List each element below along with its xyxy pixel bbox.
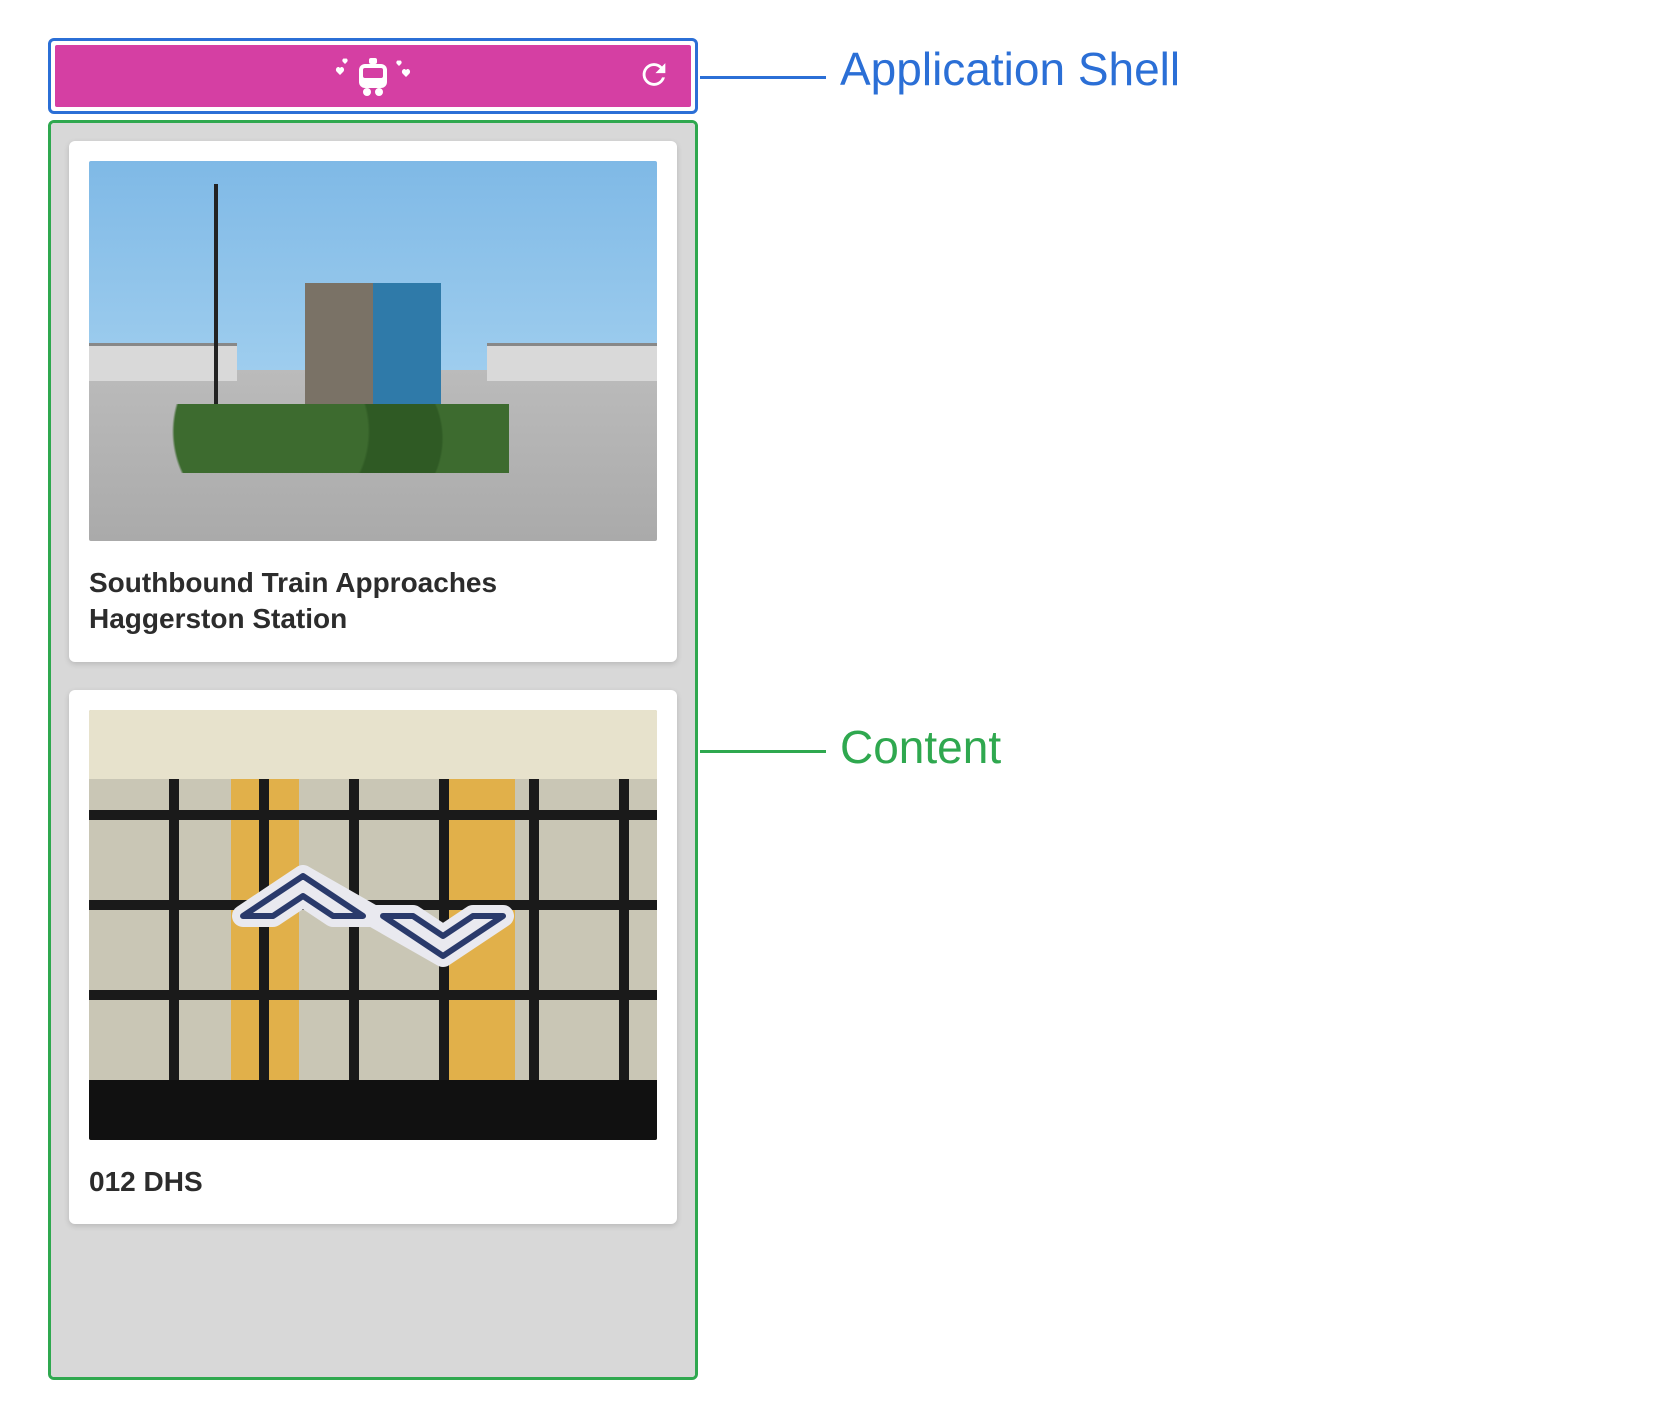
- card-title: Southbound Train Approaches Haggerston S…: [89, 565, 657, 638]
- shell-leader-line: [700, 76, 826, 79]
- card-title: 012 DHS: [89, 1164, 657, 1200]
- train-hearts-icon: [331, 54, 415, 98]
- content-scroll-area[interactable]: Southbound Train Approaches Haggerston S…: [51, 123, 695, 1377]
- refresh-icon: [637, 58, 671, 92]
- content-card[interactable]: 012 DHS: [69, 690, 677, 1224]
- content-leader-line: [700, 750, 826, 753]
- ns-logo-icon: [223, 846, 523, 986]
- app-header-bar: [55, 45, 691, 107]
- refresh-button[interactable]: [637, 58, 671, 95]
- content-label: Content: [840, 720, 1001, 774]
- app-logo: [331, 54, 415, 98]
- content-annotation-box: Southbound Train Approaches Haggerston S…: [48, 120, 698, 1380]
- application-shell-label: Application Shell: [840, 42, 1180, 96]
- card-image: [89, 710, 657, 1140]
- content-card[interactable]: Southbound Train Approaches Haggerston S…: [69, 141, 677, 662]
- card-image: [89, 161, 657, 541]
- application-shell-annotation-box: [48, 38, 698, 114]
